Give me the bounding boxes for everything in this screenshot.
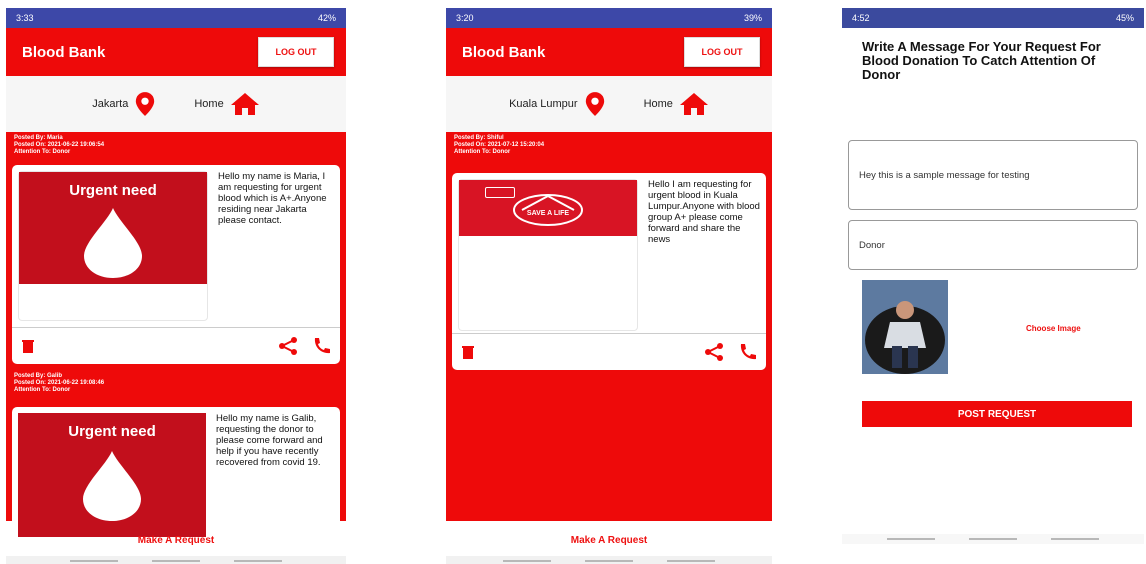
status-battery: 39% (743, 13, 762, 23)
home-item[interactable]: Home (194, 92, 259, 116)
location-row: Jakarta Home (6, 76, 346, 132)
image-caption: SAVE A LIFE (526, 210, 570, 217)
make-request-link[interactable]: Make A Request (6, 535, 346, 546)
system-nav-bar (842, 534, 1144, 544)
share-icon[interactable] (278, 337, 298, 355)
status-time: 3:20 (456, 13, 474, 23)
post-meta: Posted By: Maria Posted On: 2021-06-22 1… (6, 132, 346, 159)
post-meta: Posted By: Galib Posted On: 2021-06-22 1… (6, 370, 346, 397)
logout-button[interactable]: LOG OUT (684, 37, 760, 67)
location-pin-icon (585, 92, 604, 116)
share-icon[interactable] (704, 343, 724, 361)
form-title: Write A Message For Your Request For Blo… (862, 39, 1101, 82)
screen-post-request: 4:52 45% Write A Message For Your Reques… (842, 8, 1144, 548)
selected-photo (862, 280, 948, 374)
posted-on: Posted On: 2021-06-22 19:06:54 (14, 142, 105, 148)
posted-on: Posted On: 2021-07-12 15:20:04 (454, 142, 545, 148)
post-image: Urgent need (18, 413, 206, 537)
status-bar: 3:20 39% (446, 8, 772, 28)
phone-icon[interactable] (738, 343, 756, 361)
blood-drop-icon (84, 208, 142, 278)
status-battery: 45% (1115, 13, 1134, 23)
location-pin-icon (136, 92, 155, 116)
status-bar: 3:33 42% (6, 8, 346, 28)
post-message: Hello I am requesting for urgent blood i… (648, 179, 760, 245)
person-photo (862, 280, 948, 374)
post-image: Urgent need (19, 172, 207, 284)
status-time: 4:52 (852, 13, 870, 23)
post-card: Urgent need Hello my name is Galib, requ… (12, 407, 340, 537)
app-bar: Blood Bank LOG OUT (446, 28, 772, 76)
screen-feed-2: 3:20 39% Blood Bank LOG OUT Kuala Lumpur… (446, 8, 772, 564)
post-message: Hello my name is Galib, requesting the d… (216, 413, 323, 468)
post-feed: Posted By: Maria Posted On: 2021-06-22 1… (6, 132, 346, 537)
location-label: Jakarta (92, 98, 129, 110)
system-nav-bar (446, 556, 772, 564)
app-title: Blood Bank (462, 43, 546, 61)
posted-by: Posted By: Maria (14, 135, 63, 141)
blood-drop-icon (83, 451, 141, 521)
app-title: Blood Bank (22, 43, 106, 61)
home-item[interactable]: Home (644, 92, 709, 116)
choose-image-link[interactable]: Choose Image (1026, 324, 1081, 333)
post-image: SAVE A LIFE (459, 180, 637, 236)
post-feed: Posted By: Shiful Posted On: 2021-07-12 … (446, 132, 772, 521)
post-request-button[interactable]: POST REQUEST (862, 401, 1132, 427)
image-caption: Urgent need (69, 182, 157, 199)
post-image-box: Urgent need (18, 171, 208, 321)
attention-to: Attention To: Donor (454, 149, 511, 155)
location-item[interactable]: Jakarta (92, 91, 156, 117)
save-a-life-logo (513, 194, 583, 226)
delete-icon[interactable] (462, 345, 474, 359)
attention-to: Attention To: Donor (14, 149, 71, 155)
posted-on: Posted On: 2021-06-22 19:08:46 (14, 380, 105, 386)
home-icon (679, 93, 708, 115)
screen-feed-1: 3:33 42% Blood Bank LOG OUT Jakarta Home… (6, 8, 346, 564)
posted-by: Posted By: Galib (14, 373, 63, 379)
logout-button[interactable]: LOG OUT (258, 37, 334, 67)
image-caption: Urgent need (68, 423, 156, 440)
location-item[interactable]: Kuala Lumpur (509, 91, 606, 117)
make-request-link[interactable]: Make A Request (446, 535, 772, 546)
message-input[interactable]: Hey this is a sample message for testing (848, 140, 1138, 210)
post-actions (12, 327, 340, 364)
post-message: Hello my name is Maria, I am requesting … (218, 171, 327, 226)
system-nav-bar (6, 556, 346, 564)
home-icon (230, 93, 259, 115)
attention-to: Attention To: Donor (14, 387, 71, 393)
home-label: Home (643, 98, 673, 110)
location-label: Kuala Lumpur (509, 98, 578, 110)
phone-icon[interactable] (312, 337, 330, 355)
location-row: Kuala Lumpur Home (446, 76, 772, 132)
app-bar: Blood Bank LOG OUT (6, 28, 346, 76)
posted-by: Posted By: Shiful (454, 135, 504, 141)
status-bar: 4:52 45% (842, 8, 1144, 28)
post-actions (452, 333, 766, 370)
attention-input[interactable]: Donor (848, 220, 1138, 270)
delete-icon[interactable] (22, 339, 34, 353)
post-image-box: SAVE A LIFE (458, 179, 638, 331)
post-meta: Posted By: Shiful Posted On: 2021-07-12 … (446, 132, 772, 159)
status-time: 3:33 (16, 13, 34, 23)
status-battery: 42% (317, 13, 336, 23)
post-card: Urgent need Hello my name is Maria, I am… (12, 165, 340, 364)
post-image-box: Urgent need (18, 413, 206, 537)
post-card: SAVE A LIFE Hello I am requesting for ur… (452, 173, 766, 370)
home-label: Home (194, 98, 224, 110)
